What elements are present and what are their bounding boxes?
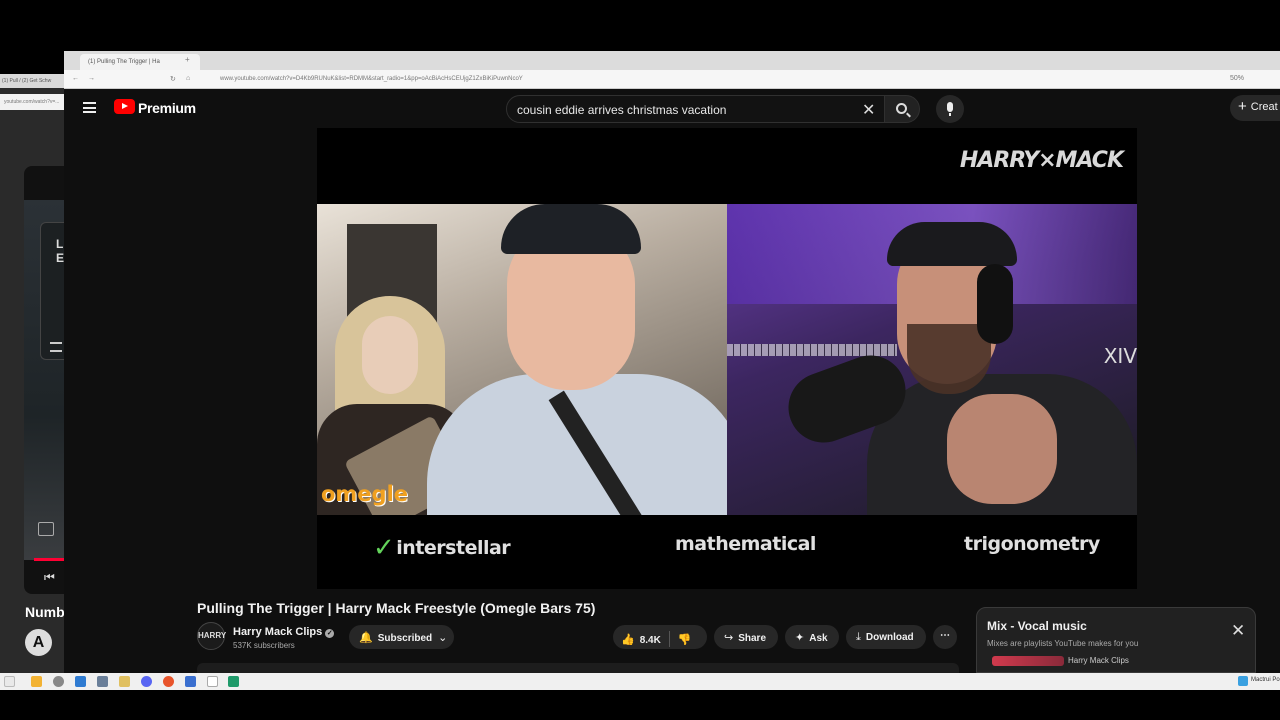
- file-explorer-icon[interactable]: [31, 676, 42, 687]
- channel-name[interactable]: Harry Mack Clips ✓: [233, 626, 335, 638]
- background-tab[interactable]: (1) Pull / (2) Get Schw: [2, 78, 51, 84]
- create-button[interactable]: + Creat: [1230, 95, 1280, 121]
- browser-tab-active[interactable]: (1) Pulling The Trigger | Ha: [80, 54, 200, 70]
- menu-icon[interactable]: [50, 342, 62, 352]
- verified-icon: ✓: [325, 629, 335, 638]
- browser-window: (1) Pulling The Trigger | Ha + ← → ↻ ⌂ w…: [64, 51, 1280, 673]
- bell-icon: 🔔: [359, 632, 373, 644]
- sparkle-icon: ✦: [795, 632, 805, 644]
- subscribed-button[interactable]: 🔔 Subscribed ⌄: [349, 625, 454, 649]
- headphones: [977, 264, 1013, 344]
- address-bar: ← → ↻ ⌂ www.youtube.com/watch?v=D4Kb9RUN…: [64, 70, 1280, 89]
- video-word-3: trigonometry: [964, 533, 1100, 555]
- harry-mack-logo: HARRY×MACK: [959, 148, 1124, 173]
- zoom-indicator[interactable]: 50%: [1230, 75, 1244, 82]
- divider: [668, 631, 670, 647]
- video-word-1: ✓ interstellar: [373, 533, 511, 563]
- background-progress-bar[interactable]: [34, 558, 64, 561]
- app-icon[interactable]: [75, 676, 86, 687]
- discord-icon[interactable]: [141, 676, 152, 687]
- search-input-value: cousin eddie arrives christmas vacation: [517, 103, 727, 117]
- home-icon[interactable]: ⌂: [186, 75, 190, 82]
- channel-name-text: Harry Mack Clips: [233, 626, 323, 638]
- download-label: Download: [865, 632, 914, 643]
- like-dislike-group[interactable]: 👍 8.4K 👎: [613, 625, 707, 649]
- video-player[interactable]: HARRY×MACK omegle XIV ✓ interstellar mat…: [317, 128, 1137, 589]
- subscriber-count: 537K subscribers: [233, 641, 295, 650]
- description-box[interactable]: [197, 663, 959, 673]
- folder-icon[interactable]: [119, 676, 130, 687]
- tray-icon[interactable]: [1238, 676, 1248, 686]
- video-title: Pulling The Trigger | Harry Mack Freesty…: [197, 600, 596, 616]
- taskbar-label[interactable]: Mactrui Po: [1251, 677, 1280, 683]
- mix-item-thumbnail[interactable]: [992, 656, 1064, 666]
- share-icon: ↪: [724, 632, 734, 644]
- ask-label: Ask: [809, 633, 828, 644]
- wall-sign: XIV: [1103, 344, 1137, 368]
- voice-search-button[interactable]: [936, 95, 964, 123]
- chevron-down-icon: ⌄: [438, 632, 448, 644]
- subscribed-label: Subscribed: [377, 633, 433, 644]
- video-word-1-text: interstellar: [396, 537, 511, 559]
- captions-icon[interactable]: [38, 522, 54, 536]
- search-input[interactable]: cousin eddie arrives christmas vacation …: [506, 95, 888, 123]
- rapper-hand: [947, 394, 1057, 504]
- ask-button[interactable]: ✦ Ask: [785, 625, 839, 649]
- forward-icon[interactable]: →: [88, 75, 95, 82]
- person-cap: [501, 204, 641, 254]
- dislike-icon[interactable]: 👎: [678, 634, 692, 646]
- reload-icon[interactable]: ↻: [170, 75, 176, 83]
- clear-search-icon[interactable]: ✕: [862, 100, 875, 120]
- omegle-watermark: omegle: [321, 482, 409, 506]
- new-tab-button[interactable]: +: [185, 55, 190, 64]
- rapper-cap: [887, 222, 1017, 266]
- previous-icon[interactable]: ⏮: [44, 570, 55, 585]
- back-icon[interactable]: ←: [72, 75, 79, 82]
- microphone-icon: [947, 102, 953, 116]
- search-icon: [896, 103, 907, 114]
- video-cam-left: omegle: [317, 204, 727, 515]
- person-face: [362, 316, 418, 394]
- plus-icon: +: [1238, 98, 1247, 115]
- share-label: Share: [738, 633, 767, 644]
- mix-subtitle: Mixes are playlists YouTube makes for yo…: [987, 639, 1139, 648]
- mix-title[interactable]: Mix - Vocal music: [987, 619, 1087, 633]
- shield-icon[interactable]: [185, 676, 196, 687]
- youtube-header: Premium cousin eddie arrives christmas v…: [64, 89, 1280, 129]
- youtube-premium-label[interactable]: Premium: [138, 100, 196, 116]
- address-url[interactable]: www.youtube.com/watch?v=D4Kb9RUNuK&list=…: [220, 76, 523, 82]
- youtube-logo-icon[interactable]: [114, 99, 135, 114]
- download-icon: ⤓: [856, 631, 861, 643]
- app-icon[interactable]: [97, 676, 108, 687]
- start-icon[interactable]: [4, 676, 15, 687]
- mix-playlist-panel: Mix - Vocal music Mixes are playlists Yo…: [976, 607, 1256, 673]
- background-video-title[interactable]: Numb: [25, 604, 65, 620]
- close-icon[interactable]: ✕: [1231, 621, 1245, 641]
- checkmark-icon: ✓: [373, 533, 395, 563]
- share-button[interactable]: ↪ Share: [714, 625, 778, 649]
- mix-item-channel[interactable]: Harry Mack Clips: [1068, 656, 1129, 665]
- document-icon[interactable]: [207, 676, 218, 687]
- video-word-2: mathematical: [675, 533, 816, 555]
- like-count: 8.4K: [639, 635, 661, 646]
- background-card-text: L E: [56, 237, 65, 265]
- browser-tabbar: (1) Pulling The Trigger | Ha +: [64, 51, 1280, 70]
- guide-menu-icon[interactable]: [83, 102, 96, 113]
- app-icon[interactable]: [228, 676, 239, 687]
- channel-avatar[interactable]: HARRY: [197, 622, 226, 650]
- firefox-icon[interactable]: [163, 676, 174, 687]
- taskbar: Mactrui Po: [0, 673, 1280, 690]
- background-inner-card: L E: [40, 222, 64, 360]
- background-avatar[interactable]: A: [25, 629, 52, 656]
- video-cam-right: XIV: [727, 204, 1137, 515]
- background-address-bar[interactable]: youtube.com/watch?v=...: [0, 94, 64, 110]
- settings-icon[interactable]: [53, 676, 64, 687]
- search-button[interactable]: [884, 95, 920, 123]
- more-actions-button[interactable]: ⋯: [933, 625, 957, 649]
- create-label: Creat: [1250, 101, 1278, 113]
- download-button[interactable]: ⤓ Download: [846, 625, 926, 649]
- like-icon[interactable]: 👍: [621, 634, 635, 646]
